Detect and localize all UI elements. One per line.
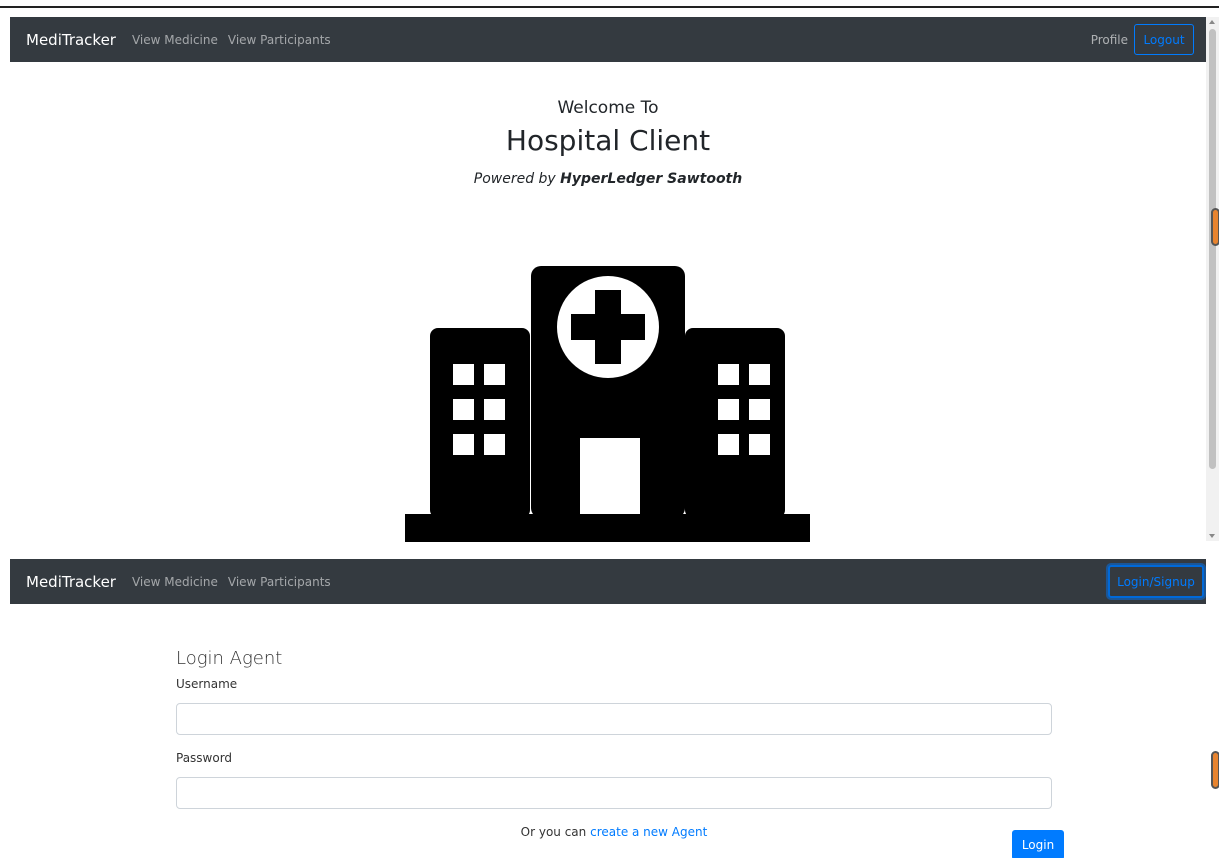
login-title: Login Agent (176, 648, 283, 669)
logout-button[interactable]: Logout (1134, 24, 1194, 55)
powered-by-prefix: Powered by (473, 171, 556, 187)
scrollbar-home[interactable] (1206, 17, 1219, 541)
nav-view-medicine[interactable]: View Medicine (132, 575, 218, 589)
username-label: Username (176, 677, 238, 691)
powered-by-text: Powered by HyperLedger Sawtooth (10, 171, 1206, 187)
nav-profile-link[interactable]: Profile (1091, 33, 1128, 47)
login-signup-button[interactable]: Login/Signup (1108, 565, 1204, 598)
hospital-building-icon (405, 266, 810, 542)
scroll-up-arrow-icon[interactable] (1209, 20, 1215, 24)
brand-logo[interactable]: MediTracker (26, 573, 116, 591)
login-form: Login Agent Username Password Or you can… (176, 648, 1064, 858)
password-input[interactable] (176, 777, 1052, 809)
nav-view-medicine[interactable]: View Medicine (132, 33, 218, 47)
login-button[interactable]: Login (1012, 830, 1064, 858)
brand-logo[interactable]: MediTracker (26, 31, 116, 49)
scroll-thumb-login[interactable] (1211, 751, 1219, 789)
navbar-right-group: Profile Logout (1091, 24, 1206, 55)
welcome-heading: Welcome To (557, 98, 659, 118)
scroll-track[interactable] (1209, 29, 1216, 469)
password-label: Password (176, 751, 233, 765)
top-divider (0, 6, 1219, 8)
create-agent-prefix: Or you can (520, 825, 587, 839)
hero-section: Welcome To Hospital Client Powered by Hy… (10, 98, 1206, 187)
nav-view-participants[interactable]: View Participants (228, 33, 331, 47)
username-input[interactable] (176, 703, 1052, 735)
create-agent-prompt: Or you can create a new Agent (176, 825, 1052, 839)
powered-by-name: HyperLedger Sawtooth (560, 171, 743, 187)
navbar-login: MediTracker View Medicine View Participa… (10, 559, 1206, 604)
scroll-down-arrow-icon[interactable] (1209, 534, 1215, 538)
create-agent-link[interactable]: create a new Agent (590, 825, 707, 839)
navbar-home: MediTracker View Medicine View Participa… (10, 17, 1206, 62)
nav-view-participants[interactable]: View Participants (228, 575, 331, 589)
navbar-right-group: Login/Signup (1108, 565, 1206, 598)
page-title: Hospital Client (505, 124, 711, 157)
scroll-thumb-home[interactable] (1211, 208, 1219, 246)
